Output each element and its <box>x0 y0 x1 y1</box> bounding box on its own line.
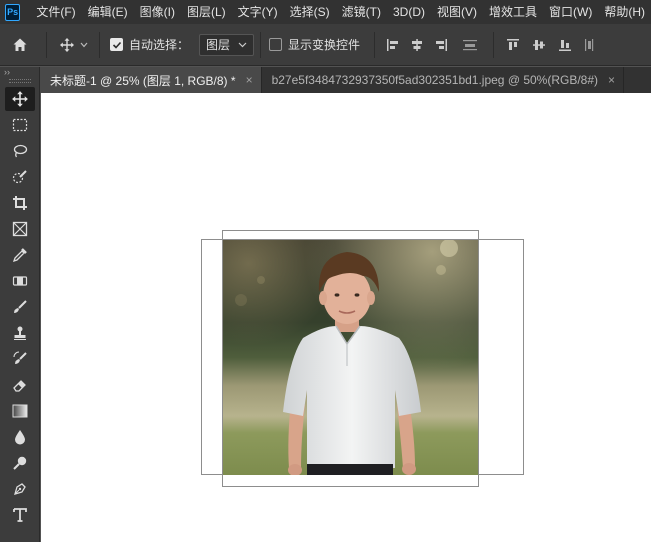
separator <box>46 31 47 58</box>
align-right-button[interactable] <box>429 30 453 60</box>
home-button[interactable] <box>0 30 40 60</box>
align-left-icon <box>387 38 399 51</box>
check-icon <box>112 41 121 49</box>
menu-help[interactable]: 帮助(H) <box>598 0 651 24</box>
align-top-icon <box>507 38 520 50</box>
menu-edit[interactable]: 编辑(E) <box>82 0 134 24</box>
align-right-icon <box>436 38 448 51</box>
menu-image[interactable]: 图像(I) <box>134 0 181 24</box>
collapse-panel-button[interactable]: ›› <box>0 67 39 77</box>
move-tool-preset[interactable] <box>53 30 93 60</box>
eraser-icon <box>12 380 26 392</box>
distribute-icon <box>463 39 478 50</box>
document-tab-bar: 未标题-1 @ 25% (图层 1, RGB/8) * × b27e5f3484… <box>40 67 651 93</box>
auto-select-label: 自动选择： <box>129 38 190 52</box>
close-icon[interactable]: × <box>246 73 253 87</box>
panel-grip[interactable] <box>8 79 31 83</box>
align-horizontal-center-icon <box>412 38 423 51</box>
lasso-icon <box>13 144 27 158</box>
blur-tool[interactable] <box>5 425 35 449</box>
menu-filter[interactable]: 滤镜(T) <box>336 0 387 24</box>
rectangular-marquee-icon <box>12 118 27 132</box>
options-bar: 自动选择： 图层 显示变换控件 <box>0 24 651 66</box>
tab-jpeg-file[interactable]: b27e5f3484732937350f5ad302351bd1.jpeg @ … <box>262 67 625 93</box>
menu-plugins[interactable]: 增效工具 <box>483 0 543 24</box>
menu-3d[interactable]: 3D(D) <box>387 0 431 24</box>
separator <box>493 31 495 58</box>
drop-icon <box>14 430 25 445</box>
stamp-icon <box>13 326 26 340</box>
align-left-button[interactable] <box>381 30 405 60</box>
clone-stamp-tool[interactable] <box>5 321 35 345</box>
menu-file[interactable]: 文件(F) <box>30 0 81 24</box>
bandage-icon <box>12 276 27 286</box>
document-canvas[interactable] <box>41 93 651 542</box>
menu-bar: Ps 文件(F) 编辑(E) 图像(I) 图层(L) 文字(Y) 选择(S) 滤… <box>0 0 651 24</box>
type-tool[interactable] <box>5 503 35 527</box>
auto-select-target-dropdown[interactable]: 图层 <box>199 33 255 56</box>
move-icon <box>59 37 74 52</box>
home-icon <box>13 38 27 51</box>
separator <box>374 31 376 58</box>
gradient-icon <box>12 404 27 418</box>
photoshop-logo: Ps <box>5 3 21 21</box>
move-icon <box>11 91 28 107</box>
chevron-down-icon <box>238 42 247 47</box>
align-vertical-center-icon <box>533 39 546 50</box>
align-bottom-button[interactable] <box>552 30 578 60</box>
crop-icon <box>12 196 27 210</box>
quick-selection-icon <box>12 170 27 184</box>
chevron-down-icon <box>80 42 87 47</box>
eyedropper-tool[interactable] <box>5 243 35 267</box>
brush-tool[interactable] <box>5 295 35 319</box>
auto-select-target-value: 图层 <box>206 38 231 52</box>
boy-photo-image <box>223 240 478 475</box>
separator <box>260 31 262 58</box>
align-top-button[interactable] <box>500 30 526 60</box>
pen-icon <box>13 483 26 495</box>
separator <box>99 31 100 58</box>
quick-selection-tool[interactable] <box>5 165 35 189</box>
show-transform-label: 显示变换控件 <box>288 38 361 52</box>
menu-layer[interactable]: 图层(L) <box>181 0 232 24</box>
tab-title: b27e5f3484732937350f5ad302351bd1.jpeg @ … <box>271 73 599 87</box>
menu-window[interactable]: 窗口(W) <box>543 0 598 24</box>
distribute-vertical-button[interactable] <box>453 30 487 60</box>
brush-icon <box>13 300 27 313</box>
frame-icon <box>12 221 27 237</box>
menu-view[interactable]: 视图(V) <box>431 0 483 24</box>
tab-title: 未标题-1 @ 25% (图层 1, RGB/8) * <box>50 73 236 88</box>
healing-brush-tool[interactable] <box>5 269 35 293</box>
history-brush-tool[interactable] <box>5 347 35 371</box>
move-tool[interactable] <box>4 87 35 111</box>
marquee-tool[interactable] <box>5 113 35 137</box>
gradient-tool[interactable] <box>5 399 35 423</box>
layer-photo-boy[interactable] <box>223 240 478 475</box>
pen-tool[interactable] <box>5 477 35 501</box>
dodge-icon <box>12 456 26 470</box>
crop-tool[interactable] <box>5 191 35 215</box>
distribute-horizontal-icon <box>585 38 594 51</box>
lasso-tool[interactable] <box>5 139 35 163</box>
close-icon[interactable]: × <box>608 73 615 87</box>
align-bottom-icon <box>559 39 572 51</box>
dodge-tool[interactable] <box>5 451 35 475</box>
tab-untitled-1[interactable]: 未标题-1 @ 25% (图层 1, RGB/8) * × <box>40 67 262 93</box>
show-transform-checkbox[interactable] <box>269 38 283 51</box>
menu-select[interactable]: 选择(S) <box>284 0 336 24</box>
eyedropper-icon <box>12 248 27 263</box>
auto-select-checkbox[interactable] <box>110 38 123 51</box>
menu-type[interactable]: 文字(Y) <box>232 0 284 24</box>
type-icon <box>12 508 27 522</box>
align-vertical-center-button[interactable] <box>526 30 552 60</box>
history-brush-icon <box>12 351 27 364</box>
tools-panel: ›› <box>0 67 40 542</box>
align-horizontal-center-button[interactable] <box>405 30 429 60</box>
distribute-horizontal-button[interactable] <box>578 30 600 60</box>
frame-tool[interactable] <box>5 217 35 241</box>
eraser-tool[interactable] <box>5 373 35 397</box>
